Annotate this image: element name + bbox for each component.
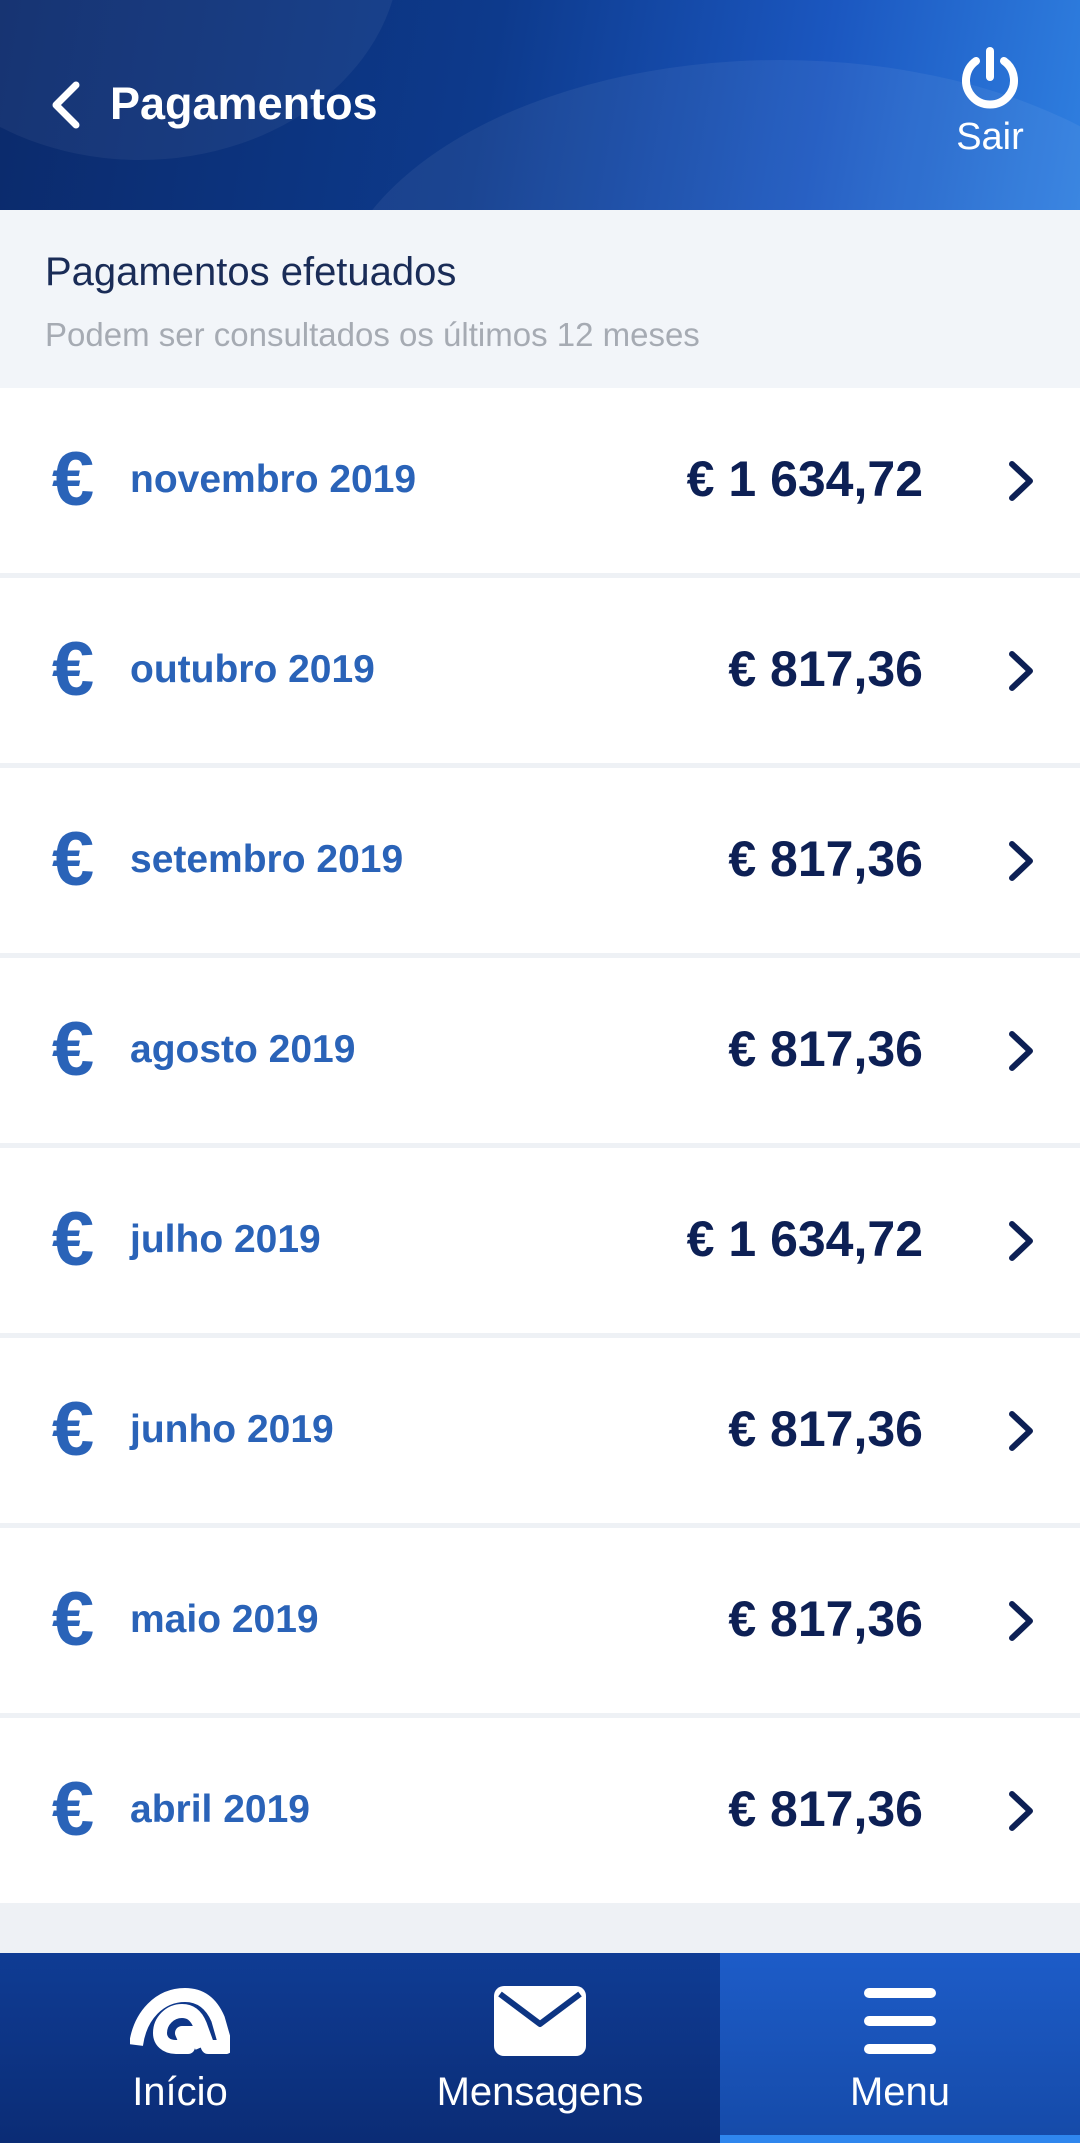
euro-icon: € [51, 437, 95, 522]
payment-row[interactable]: € agosto 2019 € 817,36 [0, 958, 1080, 1143]
nav-item-inicio[interactable]: Início [0, 1953, 360, 2143]
chevron-right-icon [1009, 1031, 1033, 1071]
payment-amount: € 1 634,72 [686, 451, 923, 507]
envelope-icon [494, 1986, 586, 2056]
section-subtitle: Podem ser consultados os últimos 12 mese… [45, 316, 700, 353]
payment-month: agosto 2019 [130, 1028, 356, 1071]
euro-icon: € [51, 1387, 95, 1472]
euro-icon: € [51, 627, 95, 712]
nav-item-menu[interactable]: Menu [720, 1953, 1080, 2143]
nav-label: Início [132, 2070, 228, 2114]
payment-amount: € 817,36 [728, 641, 923, 697]
nav-label: Mensagens [436, 2070, 644, 2114]
back-button[interactable] [40, 70, 90, 140]
payment-month: abril 2019 [130, 1788, 310, 1831]
payment-amount: € 1 634,72 [686, 1211, 923, 1267]
chevron-right-icon [1009, 651, 1033, 691]
home-logo-icon [130, 1988, 230, 2054]
payment-amount: € 817,36 [728, 1781, 923, 1837]
chevron-left-icon [52, 81, 80, 129]
payment-row[interactable]: € novembro 2019 € 1 634,72 [0, 388, 1080, 573]
euro-icon: € [51, 1197, 95, 1282]
app-header: Pagamentos Sair [0, 0, 1080, 210]
hamburger-menu-icon [864, 1988, 936, 2054]
payment-month: julho 2019 [130, 1218, 321, 1261]
nav-label: Menu [849, 2070, 951, 2114]
chevron-right-icon [1009, 1411, 1033, 1451]
payment-month: junho 2019 [130, 1408, 334, 1451]
payment-row[interactable]: € abril 2019 € 817,36 [0, 1718, 1080, 1903]
payment-row[interactable]: € julho 2019 € 1 634,72 [0, 1148, 1080, 1333]
payments-list: € novembro 2019 € 1 634,72 € outubro 2019 € 8… [0, 388, 1080, 1908]
chevron-right-icon [1009, 1791, 1033, 1831]
nav-item-mensagens[interactable]: Mensagens [360, 1953, 720, 2143]
payment-amount: € 817,36 [728, 831, 923, 887]
payment-row[interactable]: € junho 2019 € 817,36 [0, 1338, 1080, 1523]
section-header: Pagamentos efetuados Podem ser consultad… [0, 210, 1080, 388]
euro-icon: € [51, 1767, 95, 1852]
payment-amount: € 817,36 [728, 1401, 923, 1457]
payment-month: novembro 2019 [130, 458, 417, 501]
payment-row[interactable]: € outubro 2019 € 817,36 [0, 578, 1080, 763]
chevron-right-icon [1009, 461, 1033, 501]
logout-button[interactable]: Sair [940, 45, 1040, 165]
euro-icon: € [51, 1007, 95, 1092]
payment-amount: € 817,36 [728, 1021, 923, 1077]
chevron-right-icon [1009, 1221, 1033, 1261]
payment-month: maio 2019 [130, 1598, 319, 1641]
page-title: Pagamentos [110, 78, 378, 129]
logout-label: Sair [956, 116, 1024, 158]
payment-row[interactable]: € setembro 2019 € 817,36 [0, 768, 1080, 953]
payment-amount: € 817,36 [728, 1591, 923, 1647]
section-title: Pagamentos efetuados [45, 250, 457, 294]
payment-row[interactable]: € maio 2019 € 817,36 [0, 1528, 1080, 1713]
euro-icon: € [51, 1577, 95, 1662]
euro-icon: € [51, 817, 95, 902]
power-icon [962, 47, 1018, 109]
chevron-right-icon [1009, 841, 1033, 881]
chevron-right-icon [1009, 1601, 1033, 1641]
payment-month: outubro 2019 [130, 648, 375, 691]
payment-month: setembro 2019 [130, 838, 404, 881]
bottom-navigation: Início Mensagens Menu [0, 1953, 1080, 2143]
